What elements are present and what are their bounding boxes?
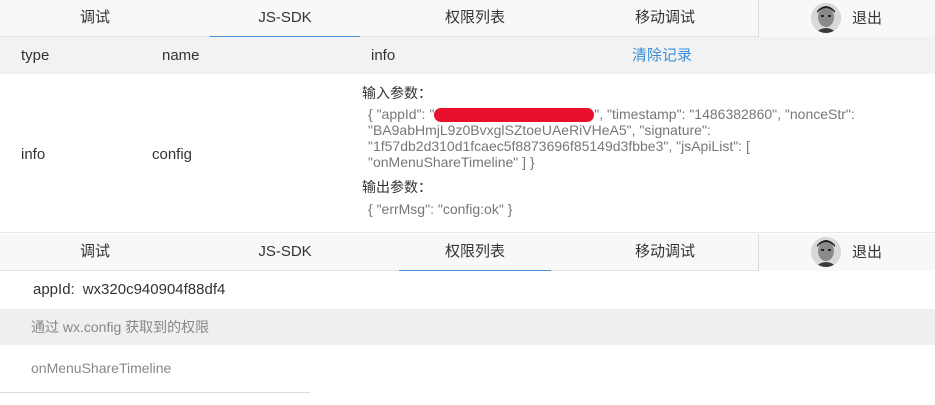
top-tab-bar: 调试 JS-SDK 权限列表 移动调试 退出 — [0, 0, 935, 37]
appid-label: appId: — [33, 281, 75, 298]
clear-records-link[interactable]: 清除记录 — [632, 37, 692, 74]
column-header-name: name — [162, 47, 200, 64]
avatar — [811, 3, 841, 33]
tab-debug[interactable]: 调试 — [0, 234, 190, 271]
user-box: 退出 — [758, 0, 935, 37]
log-table-header: type name info 清除记录 — [0, 37, 935, 74]
permission-item: onMenuShareTimeline — [31, 360, 172, 376]
logout-button[interactable]: 退出 — [852, 0, 882, 37]
divider — [0, 392, 310, 393]
tab-mobile-debug[interactable]: 移动调试 — [590, 234, 740, 271]
input-params-value: { "appId": " ", "timestamp": "1486382860"… — [368, 106, 855, 171]
avatar — [811, 237, 841, 267]
log-type: info — [21, 146, 46, 163]
tab-permission-list[interactable]: 权限列表 — [399, 234, 551, 271]
input-params-label: 输入参数： — [362, 85, 432, 101]
log-name: config — [152, 146, 193, 163]
appid-row: appId: wx320c940904f88df4 — [33, 281, 225, 298]
user-box: 退出 — [758, 234, 935, 271]
column-header-info: info — [371, 47, 396, 64]
divider — [0, 232, 935, 233]
output-params-label: 输出参数： — [362, 179, 432, 195]
permissions-section-header: 通过 wx.config 获取到的权限 — [0, 309, 935, 345]
tab-permission-list[interactable]: 权限列表 — [400, 0, 550, 37]
tab-debug[interactable]: 调试 — [0, 0, 190, 37]
redacted-mark — [434, 108, 595, 123]
tab-js-sdk[interactable]: JS-SDK — [210, 0, 360, 37]
log-row: info config 输入参数： { "appId": " ", "timest… — [0, 74, 935, 232]
tab-js-sdk[interactable]: JS-SDK — [210, 234, 360, 271]
second-tab-bar: 调试 JS-SDK 权限列表 移动调试 退出 — [0, 234, 935, 271]
output-params-value: { "errMsg": "config:ok" } — [368, 201, 513, 217]
logout-button[interactable]: 退出 — [852, 234, 882, 271]
column-header-type: type — [21, 47, 50, 64]
appid-value: wx320c940904f88df4 — [82, 281, 226, 298]
tab-mobile-debug[interactable]: 移动调试 — [590, 0, 740, 37]
